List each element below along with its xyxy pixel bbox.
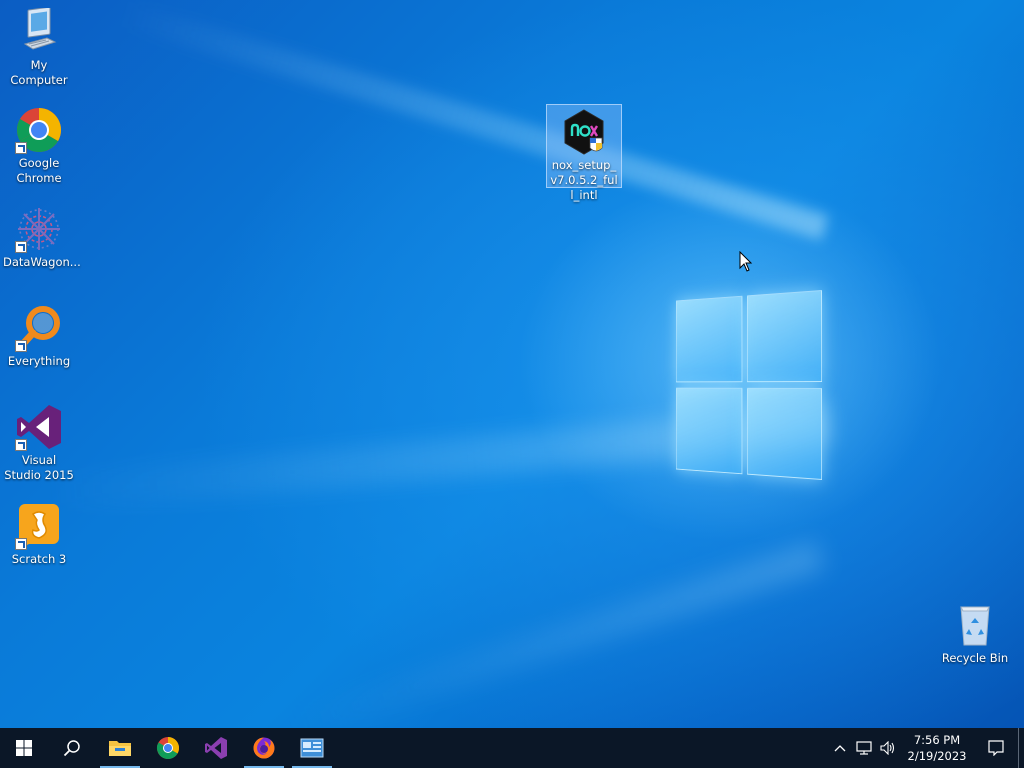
desktop-icon-label: Recycle Bin — [941, 651, 1009, 665]
taskbar-chrome[interactable] — [144, 728, 192, 768]
visual-studio-icon — [15, 403, 63, 451]
desktop-icon-visual-studio-2015[interactable]: Visual Studio 2015 — [1, 403, 77, 483]
windows-start-icon — [16, 740, 32, 756]
desktop-icon-datawagon[interactable]: DataWagon... — [1, 205, 81, 270]
shortcut-arrow-icon — [15, 538, 27, 550]
show-hidden-icons-button[interactable] — [828, 728, 852, 768]
search-icon — [63, 740, 80, 757]
shortcut-arrow-icon — [15, 439, 27, 451]
chevron-up-icon — [834, 745, 846, 752]
desktop-icon-label: DataWagon... — [3, 255, 81, 269]
desktop-icon-everything[interactable]: Everything — [1, 304, 77, 369]
datawagon-icon — [15, 205, 63, 253]
nox-installer-icon — [560, 108, 608, 156]
taskbar: 7:56 PM 2/19/2023 — [0, 728, 1024, 768]
chrome-icon — [15, 106, 63, 154]
scratch-icon — [15, 502, 63, 550]
recycle-bin-icon — [951, 601, 999, 649]
volume-button[interactable] — [876, 728, 900, 768]
app-window-icon — [300, 738, 324, 758]
taskbar-visual-studio[interactable] — [192, 728, 240, 768]
network-icon — [856, 741, 872, 755]
notification-icon — [988, 740, 1004, 756]
desktop-icon-label: Google Chrome — [16, 156, 62, 185]
desktop-file-label: nox_setup_v7.0.5.2_full_intl — [550, 158, 618, 202]
clock-date: 2/19/2023 — [907, 749, 967, 763]
action-center-button[interactable] — [974, 728, 1018, 768]
everything-search-icon — [15, 304, 63, 352]
desktop-icon-my-computer[interactable]: My Computer — [1, 6, 77, 88]
taskbar-file-explorer[interactable] — [96, 728, 144, 768]
chrome-icon — [157, 737, 179, 759]
shortcut-arrow-icon — [15, 340, 27, 352]
desktop-icon-label: Visual Studio 2015 — [4, 453, 74, 482]
start-button[interactable] — [0, 728, 48, 768]
system-tray: 7:56 PM 2/19/2023 — [828, 728, 1024, 768]
file-explorer-icon — [109, 741, 131, 756]
desktop-icon-label: Everything — [7, 354, 71, 368]
visual-studio-icon — [205, 737, 227, 759]
light-beam — [282, 540, 825, 743]
light-beam — [118, 0, 829, 241]
mouse-pointer-icon — [739, 251, 753, 272]
windows-logo-wallpaper — [675, 290, 822, 480]
show-desktop-button[interactable] — [1018, 728, 1024, 768]
shortcut-arrow-icon — [15, 241, 27, 253]
taskbar-clock[interactable]: 7:56 PM 2/19/2023 — [900, 732, 974, 764]
search-button[interactable] — [48, 728, 96, 768]
desktop-icon-recycle-bin[interactable]: Recycle Bin — [937, 601, 1013, 666]
computer-icon — [15, 6, 63, 56]
taskbar-firefox[interactable] — [240, 728, 288, 768]
firefox-icon — [253, 737, 275, 759]
clock-time: 7:56 PM — [913, 733, 961, 747]
taskbar-app-window[interactable] — [288, 728, 336, 768]
shortcut-arrow-icon — [15, 142, 27, 154]
speaker-icon — [880, 741, 895, 755]
desktop-file-nox-setup[interactable]: nox_setup_v7.0.5.2_full_intl — [546, 104, 622, 202]
network-button[interactable] — [852, 728, 876, 768]
desktop-icon-google-chrome[interactable]: Google Chrome — [1, 106, 77, 186]
desktop-icon-scratch-3[interactable]: Scratch 3 — [1, 502, 77, 567]
desktop-icon-label: Scratch 3 — [11, 552, 67, 566]
desktop-icon-label: My Computer — [10, 58, 68, 87]
